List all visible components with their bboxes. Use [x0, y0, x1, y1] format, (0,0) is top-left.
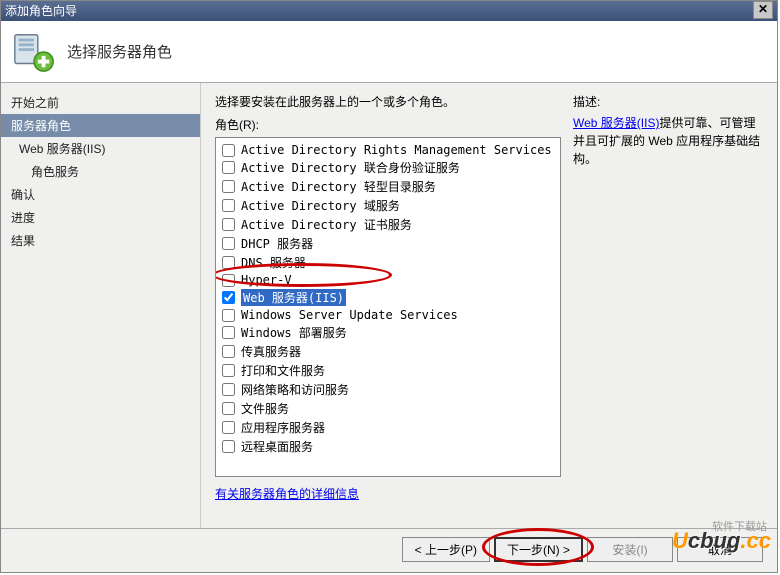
- wizard-nav: 开始之前服务器角色Web 服务器(IIS)角色服务确认进度结果: [1, 83, 201, 528]
- content-area: 开始之前服务器角色Web 服务器(IIS)角色服务确认进度结果 选择要安装在此服…: [1, 83, 777, 528]
- role-checkbox-10[interactable]: [222, 326, 235, 339]
- role-item-2[interactable]: Active Directory 轻型目录服务: [222, 177, 554, 196]
- role-item-10[interactable]: Windows 部署服务: [222, 323, 554, 342]
- nav-item-5[interactable]: 进度: [1, 206, 200, 229]
- role-label-4: Active Directory 证书服务: [241, 216, 412, 233]
- role-item-1[interactable]: Active Directory 联合身份验证服务: [222, 158, 554, 177]
- description-panel: 描述: Web 服务器(IIS)提供可靠、可管理并且可扩展的 Web 应用程序基…: [573, 93, 763, 518]
- wizard-header: 选择服务器角色: [1, 21, 777, 83]
- role-label-9: Windows Server Update Services: [241, 308, 458, 322]
- wizard-window: 添加角色向导 ✕ 选择服务器角色 开始之前服务器角色Web 服务器(IIS)角色…: [0, 0, 778, 573]
- role-label-15: 应用程序服务器: [241, 419, 325, 436]
- role-item-14[interactable]: 文件服务: [222, 399, 554, 418]
- role-label-5: DHCP 服务器: [241, 235, 313, 252]
- role-checkbox-14[interactable]: [222, 402, 235, 415]
- role-checkbox-3[interactable]: [222, 199, 235, 212]
- role-checkbox-13[interactable]: [222, 383, 235, 396]
- install-button: 安装(I): [587, 537, 673, 562]
- role-item-0[interactable]: Active Directory Rights Management Servi…: [222, 142, 554, 158]
- role-checkbox-5[interactable]: [222, 237, 235, 250]
- role-item-11[interactable]: 传真服务器: [222, 342, 554, 361]
- nav-item-0[interactable]: 开始之前: [1, 91, 200, 114]
- window-title: 添加角色向导: [5, 1, 77, 21]
- role-checkbox-12[interactable]: [222, 364, 235, 377]
- role-label-3: Active Directory 域服务: [241, 197, 400, 214]
- role-checkbox-6[interactable]: [222, 256, 235, 269]
- role-checkbox-2[interactable]: [222, 180, 235, 193]
- role-label-6: DNS 服务器: [241, 254, 306, 271]
- role-item-16[interactable]: 远程桌面服务: [222, 437, 554, 456]
- nav-item-4[interactable]: 确认: [1, 183, 200, 206]
- role-checkbox-4[interactable]: [222, 218, 235, 231]
- instruction-text: 选择要安装在此服务器上的一个或多个角色。: [215, 93, 561, 110]
- role-label-2: Active Directory 轻型目录服务: [241, 178, 436, 195]
- description-role-link[interactable]: Web 服务器(IIS): [573, 116, 659, 130]
- role-checkbox-11[interactable]: [222, 345, 235, 358]
- role-checkbox-16[interactable]: [222, 440, 235, 453]
- role-label-7: Hyper-V: [241, 273, 292, 287]
- roles-label: 角色(R):: [215, 116, 561, 133]
- role-item-8[interactable]: Web 服务器(IIS): [222, 288, 554, 307]
- role-checkbox-15[interactable]: [222, 421, 235, 434]
- main-panel: 选择要安装在此服务器上的一个或多个角色。 角色(R): Active Direc…: [201, 83, 777, 528]
- role-checkbox-0[interactable]: [222, 144, 235, 157]
- role-item-3[interactable]: Active Directory 域服务: [222, 196, 554, 215]
- role-item-7[interactable]: Hyper-V: [222, 272, 554, 288]
- role-item-6[interactable]: DNS 服务器: [222, 253, 554, 272]
- prev-button[interactable]: < 上一步(P): [402, 537, 490, 562]
- role-label-12: 打印和文件服务: [241, 362, 325, 379]
- role-label-13: 网络策略和访问服务: [241, 381, 349, 398]
- role-label-16: 远程桌面服务: [241, 438, 313, 455]
- nav-item-6[interactable]: 结果: [1, 229, 200, 252]
- role-label-0: Active Directory Rights Management Servi…: [241, 143, 552, 157]
- role-checkbox-1[interactable]: [222, 161, 235, 174]
- close-button[interactable]: ✕: [753, 1, 773, 19]
- role-label-1: Active Directory 联合身份验证服务: [241, 159, 460, 176]
- next-button-wrap: 下一步(N) >: [494, 537, 583, 562]
- titlebar: 添加角色向导 ✕: [1, 1, 777, 21]
- role-item-12[interactable]: 打印和文件服务: [222, 361, 554, 380]
- role-checkbox-8[interactable]: [222, 291, 235, 304]
- server-role-icon: [11, 29, 57, 75]
- role-label-8: Web 服务器(IIS): [241, 289, 346, 306]
- roles-panel: 选择要安装在此服务器上的一个或多个角色。 角色(R): Active Direc…: [215, 93, 561, 518]
- more-info-link[interactable]: 有关服务器角色的详细信息: [215, 487, 359, 501]
- nav-item-2[interactable]: Web 服务器(IIS): [1, 137, 200, 160]
- description-text: Web 服务器(IIS)提供可靠、可管理并且可扩展的 Web 应用程序基础结构。: [573, 114, 763, 168]
- wizard-footer: < 上一步(P) 下一步(N) > 安装(I) 取消: [1, 528, 777, 570]
- role-label-11: 传真服务器: [241, 343, 301, 360]
- role-label-14: 文件服务: [241, 400, 289, 417]
- role-item-13[interactable]: 网络策略和访问服务: [222, 380, 554, 399]
- role-item-5[interactable]: DHCP 服务器: [222, 234, 554, 253]
- role-item-9[interactable]: Windows Server Update Services: [222, 307, 554, 323]
- nav-item-1[interactable]: 服务器角色: [1, 114, 200, 137]
- cancel-button[interactable]: 取消: [677, 537, 763, 562]
- next-button[interactable]: 下一步(N) >: [494, 537, 583, 562]
- role-item-4[interactable]: Active Directory 证书服务: [222, 215, 554, 234]
- roles-listbox[interactable]: Active Directory Rights Management Servi…: [215, 137, 561, 477]
- role-label-10: Windows 部署服务: [241, 324, 347, 341]
- role-item-15[interactable]: 应用程序服务器: [222, 418, 554, 437]
- description-label: 描述:: [573, 93, 763, 110]
- page-title: 选择服务器角色: [67, 41, 172, 62]
- role-checkbox-7[interactable]: [222, 274, 235, 287]
- nav-item-3[interactable]: 角色服务: [1, 160, 200, 183]
- role-checkbox-9[interactable]: [222, 309, 235, 322]
